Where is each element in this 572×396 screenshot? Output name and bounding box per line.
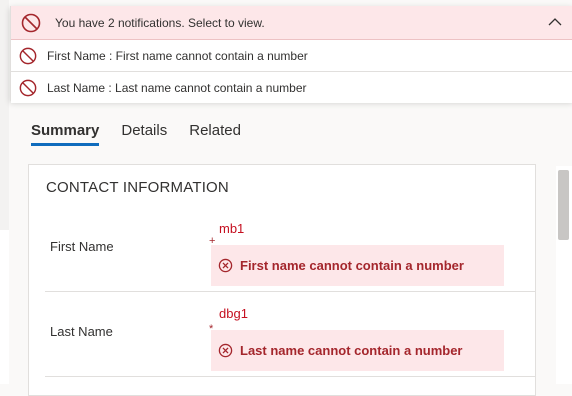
notification-item-first-name[interactable]: First Name : First name cannot contain a…	[11, 40, 572, 72]
notification-item-last-name[interactable]: Last Name : Last name cannot contain a n…	[11, 72, 572, 103]
first-name-input[interactable]: mb1	[219, 221, 244, 236]
field-divider	[45, 376, 535, 377]
last-name-label: Last Name	[50, 324, 113, 339]
form-tabs: Summary Details Related	[31, 122, 263, 146]
notification-header[interactable]: You have 2 notifications. Select to view…	[11, 6, 572, 40]
vertical-scrollbar[interactable]	[556, 166, 572, 384]
error-circle-icon	[218, 258, 233, 273]
blocked-circle-icon	[21, 13, 41, 32]
section-title: CONTACT INFORMATION	[46, 179, 229, 196]
field-divider	[45, 291, 535, 292]
last-name-input[interactable]: dbg1	[219, 306, 248, 321]
last-name-error-text: Last name cannot contain a number	[240, 343, 463, 358]
notification-summary: You have 2 notifications. Select to view…	[55, 15, 265, 30]
error-circle-icon	[218, 343, 233, 358]
blocked-circle-icon	[19, 47, 37, 64]
first-name-error: First name cannot contain a number	[211, 245, 504, 286]
tab-details[interactable]: Details	[121, 122, 167, 146]
left-nav-gap	[0, 230, 9, 384]
notification-item-text: First Name : First name cannot contain a…	[47, 48, 308, 63]
last-name-error: Last name cannot contain a number	[211, 330, 504, 371]
notification-panel: You have 2 notifications. Select to view…	[10, 6, 572, 103]
first-name-error-text: First name cannot contain a number	[240, 258, 464, 273]
scrollbar-thumb[interactable]	[558, 170, 569, 240]
first-name-label: First Name	[50, 239, 114, 254]
chevron-up-icon[interactable]	[547, 14, 563, 30]
contact-information-section: CONTACT INFORMATION First Name + mb1 Fir…	[28, 164, 536, 396]
notification-item-text: Last Name : Last name cannot contain a n…	[47, 80, 307, 95]
left-nav-strip	[0, 0, 9, 384]
tab-related[interactable]: Related	[189, 122, 241, 146]
blocked-circle-icon	[19, 79, 37, 96]
tab-summary[interactable]: Summary	[31, 122, 100, 146]
